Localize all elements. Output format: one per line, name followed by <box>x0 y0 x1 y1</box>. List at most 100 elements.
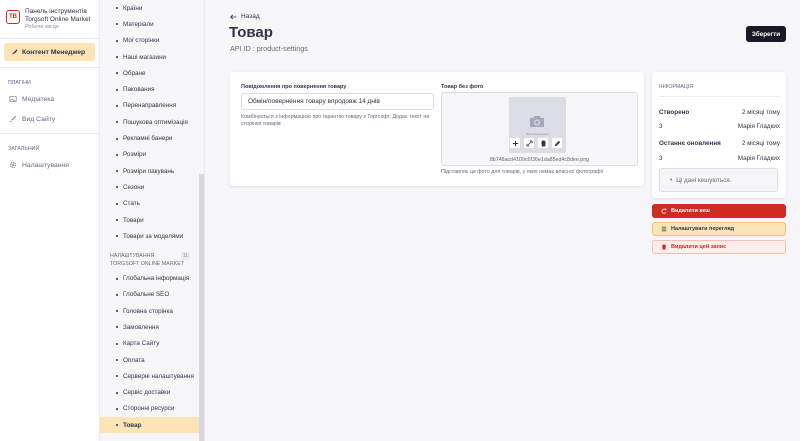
back-link[interactable]: Назад <box>230 13 260 20</box>
bullet-icon <box>116 23 118 26</box>
bullet-icon <box>116 39 118 42</box>
subnav-item-label: Пакования <box>123 86 155 94</box>
subnav-item[interactable]: Мої сторінки <box>100 33 204 49</box>
return-message-hint: Комбінується з інформацією про гарантію … <box>241 114 430 127</box>
single-types-list: Глобальна інформація Глобальне SEO Головна… <box>100 270 204 434</box>
subnav-item-label: Матеріали <box>123 20 154 28</box>
bullet-icon <box>116 7 118 10</box>
subnav-item-label: Розміри пакувань <box>123 167 175 175</box>
subnav-item[interactable]: Головна сторінка <box>100 303 204 319</box>
bullet-icon <box>116 104 118 107</box>
brush-icon <box>9 115 17 123</box>
nav-item-site-view[interactable]: Вид Сайту <box>0 109 99 129</box>
subnav-item[interactable]: Розміри пакувань <box>100 163 204 179</box>
subnav-item[interactable]: Глобальна інформація <box>100 270 204 286</box>
link-icon <box>525 139 533 147</box>
subnav-item[interactable]: Замовлення <box>100 319 204 335</box>
subnav-item[interactable]: Розміри <box>100 147 204 163</box>
nav-item-media-library[interactable]: Медіатека <box>0 89 99 109</box>
settings-section-header: НАЛАШТУВАННЯ TORGSOFT ONLINE MARKET 11 <box>110 252 190 268</box>
bullet-icon <box>116 359 118 362</box>
subnav-item[interactable]: Сервіс доставки <box>100 385 204 401</box>
nav-section-general: ЗАГАЛЬНИЙ <box>8 146 40 152</box>
nav-item-settings[interactable]: Налаштування <box>0 155 99 175</box>
subnav-item-label: Оплата <box>123 356 145 364</box>
subnav-item[interactable]: Глобальне SEO <box>100 287 204 303</box>
subnav-item[interactable]: Пакования <box>100 81 204 97</box>
subnav-item-label: Перенаправлення <box>123 102 177 110</box>
delete-cache-button[interactable]: Видалити кеш <box>652 204 786 218</box>
no-photo-label: Товар без фото <box>441 84 484 90</box>
bullet-icon <box>116 342 118 345</box>
divider <box>0 67 99 68</box>
subnav-item[interactable]: Обране <box>100 65 204 81</box>
subnav-item[interactable]: Стать <box>100 196 204 212</box>
bullet-icon <box>116 407 118 410</box>
main-navigation: TB Панель інструментів Torgsoft Online M… <box>0 0 100 441</box>
brand-logo: TB <box>6 10 20 24</box>
edit-media-button[interactable] <box>551 137 563 149</box>
image-icon <box>9 96 17 102</box>
subnav-item[interactable]: Наші магазини <box>100 49 204 65</box>
edit-form-card: Повідомлення про повернення товару Обмін… <box>230 72 644 186</box>
configure-view-button[interactable]: Налаштувати перегляд <box>652 222 786 236</box>
subnav-item-label: Мої сторінки <box>123 37 160 45</box>
subnav-item[interactable]: Рекламні банери <box>100 130 204 146</box>
subnav-item-label: Розміри <box>123 151 146 159</box>
save-button[interactable]: Зберегти <box>746 26 786 42</box>
trash-icon <box>662 244 666 250</box>
camera-icon <box>530 116 544 127</box>
subnav-item-label: Сервіс доставки <box>123 389 171 397</box>
bullet-icon <box>116 219 118 221</box>
section-count-badge[interactable]: 11 <box>181 252 190 261</box>
subnav-item[interactable]: Оплата <box>100 352 204 368</box>
page-title: Товар <box>229 24 273 41</box>
bullet-icon: • <box>670 176 673 184</box>
subnav-item[interactable]: Серверні налаштування <box>100 368 204 384</box>
subnav-item[interactable]: Сторонні ресурси <box>100 401 204 417</box>
subnav-item-label: Стать <box>123 200 140 208</box>
bullet-icon <box>116 88 118 91</box>
subnav-item[interactable]: Карта Сайту <box>100 336 204 352</box>
feather-icon <box>10 49 18 56</box>
divider <box>0 133 99 134</box>
delete-record-button[interactable]: Видалити цей запис <box>652 240 786 254</box>
subnav-item-label: Пошукова оптимізація <box>123 118 188 126</box>
subnav-item[interactable]: Товари за моделями <box>100 228 204 244</box>
media-toolbar <box>509 137 563 149</box>
subnav-item[interactable]: Матеріали <box>100 16 204 32</box>
brand[interactable]: TB Панель інструментів Torgsoft Online M… <box>0 0 99 36</box>
delete-media-button[interactable] <box>537 137 549 149</box>
arrow-left-icon <box>230 14 237 19</box>
updated-by-row: 3 Марія Гладких <box>659 155 780 162</box>
bullet-icon <box>116 153 118 156</box>
add-media-button[interactable] <box>509 137 521 149</box>
subnav-item[interactable]: Сезони <box>100 179 204 195</box>
subnav-item[interactable]: Країни <box>100 0 204 16</box>
information-panel: ІНФОРМАЦІЯ Створено 2 місяці тому 3 Марі… <box>652 72 786 198</box>
subnav-item-label: Сезони <box>123 183 145 191</box>
bullet-icon <box>116 56 118 59</box>
subnav-item[interactable]: Перенаправлення <box>100 98 204 114</box>
media-field[interactable]: Без зображення 8b748acd4109c6f36e1da85ed… <box>441 92 638 166</box>
api-id: API ID : product-settings <box>230 44 308 53</box>
scrollbar[interactable] <box>199 174 204 441</box>
copy-link-button[interactable] <box>523 137 535 149</box>
bullet-icon <box>116 121 118 124</box>
bullet-icon <box>116 137 118 140</box>
subnav-item-label: Головна сторінка <box>123 307 173 315</box>
bullet-icon <box>116 310 118 313</box>
created-row: Створено 2 місяці тому <box>659 109 780 116</box>
trash-icon <box>540 140 546 146</box>
subnav-item-label: Сторонні ресурси <box>123 405 175 413</box>
updated-row: Останнє оновлення 2 місяці тому <box>659 140 780 147</box>
subnav-item[interactable]: Пошукова оптимізація <box>100 114 204 130</box>
return-message-input[interactable]: Обмін/повернення товару впродовж 14 днів <box>241 93 434 110</box>
media-filename: 8b748acd4109c6f36e1da85ed4c8dee.png <box>489 157 590 163</box>
return-message-label: Повідомлення про повернення товару <box>241 84 347 90</box>
subnav-item-label: Серверні налаштування <box>123 372 194 380</box>
subnav-item[interactable]: Товар <box>100 417 204 434</box>
nav-item-content-manager[interactable]: Контент Менеджер <box>4 43 95 61</box>
divider <box>0 38 99 39</box>
subnav-item[interactable]: Товари <box>100 212 204 228</box>
